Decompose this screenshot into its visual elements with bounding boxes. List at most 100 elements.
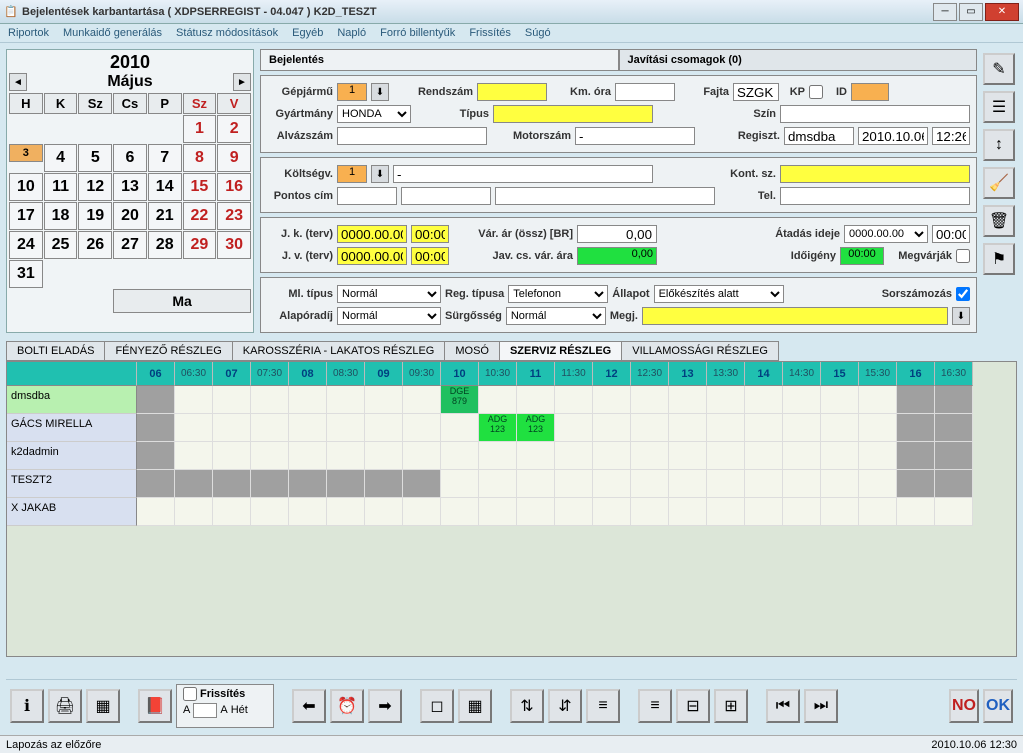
sched-cell[interactable] — [593, 442, 631, 470]
sched-cell[interactable] — [403, 414, 441, 442]
cal-day[interactable]: 28 — [148, 231, 182, 259]
sched-cell[interactable] — [783, 386, 821, 414]
fld-jv-time[interactable] — [411, 247, 449, 265]
cal-day[interactable]: 24 — [9, 231, 43, 259]
sched-cell[interactable] — [175, 414, 213, 442]
fld-rendszam[interactable] — [477, 83, 547, 101]
sched-row-label[interactable]: GÁCS MIRELLA — [7, 414, 137, 442]
sched-cell[interactable] — [669, 498, 707, 526]
sched-cell[interactable] — [669, 414, 707, 442]
sched-cell[interactable] — [821, 442, 859, 470]
sched-cell[interactable] — [403, 386, 441, 414]
first-icon[interactable]: ⏮ — [766, 689, 800, 723]
fld-atadas-time[interactable] — [932, 225, 970, 243]
cal-day[interactable]: 12 — [78, 173, 112, 201]
sched-cell[interactable] — [859, 470, 897, 498]
sel-gyartmany[interactable]: HONDA — [337, 105, 411, 123]
fld-fajta[interactable] — [733, 83, 779, 101]
sched-row-label[interactable]: k2dadmin — [7, 442, 137, 470]
cal-day[interactable]: 8 — [183, 144, 217, 172]
sched-cell[interactable] — [213, 414, 251, 442]
fld-alvazszam[interactable] — [337, 127, 487, 145]
fld-a[interactable] — [193, 703, 217, 718]
sched-cell[interactable] — [745, 470, 783, 498]
tiles-icon[interactable]: ▦ — [458, 689, 492, 723]
dept-tab[interactable]: FÉNYEZŐ RÉSZLEG — [104, 341, 232, 361]
clean-icon[interactable]: 🧹 — [983, 167, 1015, 199]
fld-tipus[interactable] — [493, 105, 653, 123]
sched-cell[interactable] — [213, 470, 251, 498]
sched-cell[interactable] — [479, 442, 517, 470]
dept-tab[interactable]: MOSÓ — [444, 341, 500, 361]
sched-cell[interactable] — [175, 442, 213, 470]
megj-expand-icon[interactable]: ⬇ — [952, 307, 970, 325]
fld-regiszt-time[interactable] — [932, 127, 970, 145]
sched-cell[interactable] — [897, 386, 935, 414]
sched-cell[interactable] — [897, 414, 935, 442]
no-button[interactable]: NO — [949, 689, 979, 723]
sched-cell[interactable] — [555, 498, 593, 526]
list-icon[interactable]: ☰ — [983, 91, 1015, 123]
fld-szin[interactable] — [780, 105, 970, 123]
sched-cell[interactable] — [175, 386, 213, 414]
fld-kmora[interactable] — [615, 83, 675, 101]
menu-forro[interactable]: Forró billentyűk — [380, 27, 455, 39]
sched-cell[interactable]: ADG123 — [479, 414, 517, 442]
cal-day[interactable]: 1 — [183, 115, 217, 143]
sched-row-label[interactable]: dmsdba — [7, 386, 137, 414]
sched-cell[interactable] — [137, 470, 175, 498]
menu-statusz[interactable]: Státusz módosítások — [176, 27, 278, 39]
cal-day[interactable]: 6 — [113, 144, 147, 172]
dept-tab[interactable]: VILLAMOSSÁGI RÉSZLEG — [621, 341, 779, 361]
sched-cell[interactable]: DGE879 — [441, 386, 479, 414]
fld-motorszam[interactable] — [575, 127, 695, 145]
sched-cell[interactable] — [365, 414, 403, 442]
cal-day[interactable]: 16 — [217, 173, 251, 201]
ok-button[interactable]: OK — [983, 689, 1013, 723]
cal-day[interactable]: 3 — [9, 144, 43, 162]
sched-cell[interactable] — [669, 386, 707, 414]
sched-cell[interactable] — [213, 442, 251, 470]
schedule-grid[interactable]: 0606:300707:300808:300909:301010:301111:… — [7, 362, 1016, 526]
sched-cell[interactable] — [897, 470, 935, 498]
maximize-button[interactable]: ▭ — [959, 3, 983, 21]
sched-cell[interactable] — [403, 442, 441, 470]
window-icon[interactable]: ◻ — [420, 689, 454, 723]
sched-cell[interactable] — [593, 386, 631, 414]
sched-cell[interactable] — [365, 498, 403, 526]
cal-day[interactable]: 15 — [183, 173, 217, 201]
sched-cell[interactable] — [593, 498, 631, 526]
sched-cell[interactable] — [137, 442, 175, 470]
cal-day[interactable]: 2 — [217, 115, 251, 143]
sched-cell[interactable] — [441, 414, 479, 442]
sched-cell[interactable] — [935, 442, 973, 470]
cal-day[interactable]: 26 — [78, 231, 112, 259]
sched-cell[interactable] — [745, 442, 783, 470]
sched-cell[interactable] — [251, 498, 289, 526]
sel-surgosseg[interactable]: Normál — [506, 307, 606, 325]
sched-cell[interactable] — [175, 470, 213, 498]
cal-day[interactable]: 18 — [44, 202, 78, 230]
sched-cell[interactable] — [707, 442, 745, 470]
sched-cell[interactable] — [631, 386, 669, 414]
sched-cell[interactable] — [745, 498, 783, 526]
next-icon[interactable]: ➡ — [368, 689, 402, 723]
minimize-button[interactable]: ─ — [933, 3, 957, 21]
fld-regiszt-user[interactable] — [784, 127, 854, 145]
sched-cell[interactable] — [631, 470, 669, 498]
sched-cell[interactable] — [251, 414, 289, 442]
align3-icon[interactable]: ⊞ — [714, 689, 748, 723]
sched-cell[interactable] — [403, 470, 441, 498]
menu-frissites[interactable]: Frissítés — [469, 27, 511, 39]
cal-day[interactable]: 19 — [78, 202, 112, 230]
sched-cell[interactable] — [707, 414, 745, 442]
today-button[interactable]: Ma — [113, 289, 251, 313]
sched-cell[interactable] — [821, 386, 859, 414]
sched-cell[interactable] — [289, 442, 327, 470]
sched-cell[interactable] — [251, 386, 289, 414]
next-month-button[interactable]: ► — [233, 73, 251, 91]
clock-icon[interactable]: ⏰ — [330, 689, 364, 723]
sched-row-label[interactable]: TESZT2 — [7, 470, 137, 498]
sched-cell[interactable] — [137, 498, 175, 526]
sched-cell[interactable] — [555, 470, 593, 498]
